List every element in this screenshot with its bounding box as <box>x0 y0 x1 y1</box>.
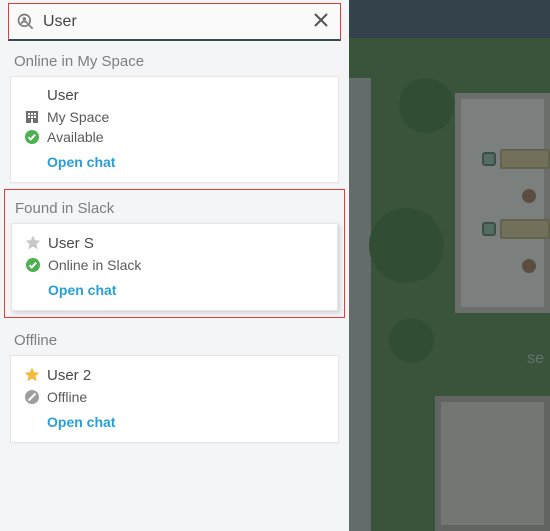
map-ground: se <box>349 38 550 531</box>
user-card-online[interactable]: User My Space <box>10 76 339 183</box>
check-circle-icon <box>24 256 42 274</box>
map-chair <box>482 222 496 236</box>
offline-circle-icon <box>23 388 41 406</box>
user-status-label: Online in Slack <box>48 257 141 273</box>
open-chat-link[interactable]: Open chat <box>24 282 116 298</box>
map-viewport[interactable]: se <box>349 0 550 531</box>
people-panel: Online in My Space User My Spa <box>0 0 349 531</box>
user-status-label: Offline <box>47 389 87 405</box>
map-desk <box>500 149 550 169</box>
map-plant <box>522 189 536 203</box>
building-icon <box>23 108 41 126</box>
search-person-icon <box>15 12 37 32</box>
map-room <box>435 396 550 531</box>
clear-search-button[interactable] <box>308 9 334 35</box>
user-card-slack[interactable]: User S Online in Slack Open chat <box>11 223 338 311</box>
map-chair <box>482 152 496 166</box>
map-plant <box>522 259 536 273</box>
map-desk <box>500 219 550 239</box>
close-icon <box>313 12 329 31</box>
check-circle-icon <box>23 128 41 146</box>
open-chat-link[interactable]: Open chat <box>23 154 115 170</box>
map-bush <box>399 78 454 133</box>
user-status-label: Available <box>47 129 104 145</box>
map-bush <box>389 318 434 363</box>
map-bush <box>369 208 444 283</box>
star-outline-icon[interactable] <box>24 234 42 252</box>
star-filled-icon[interactable] <box>23 366 41 384</box>
user-name: User <box>23 87 326 104</box>
map-path <box>349 78 371 531</box>
user-name: User S <box>48 235 94 252</box>
search-input[interactable] <box>37 9 308 35</box>
map-topbar <box>349 0 550 38</box>
slack-results-group: Found in Slack User S <box>4 189 345 318</box>
map-room <box>455 93 550 313</box>
user-space-label: My Space <box>47 109 109 125</box>
section-header-offline: Offline <box>0 322 349 355</box>
map-room-label: se <box>527 350 544 368</box>
user-card-offline[interactable]: User 2 Offline Open chat <box>10 355 339 443</box>
section-header-slack: Found in Slack <box>5 190 344 223</box>
user-name: User 2 <box>47 367 91 384</box>
section-header-online: Online in My Space <box>0 43 349 76</box>
open-chat-link[interactable]: Open chat <box>23 414 115 430</box>
search-bar[interactable] <box>8 3 341 41</box>
